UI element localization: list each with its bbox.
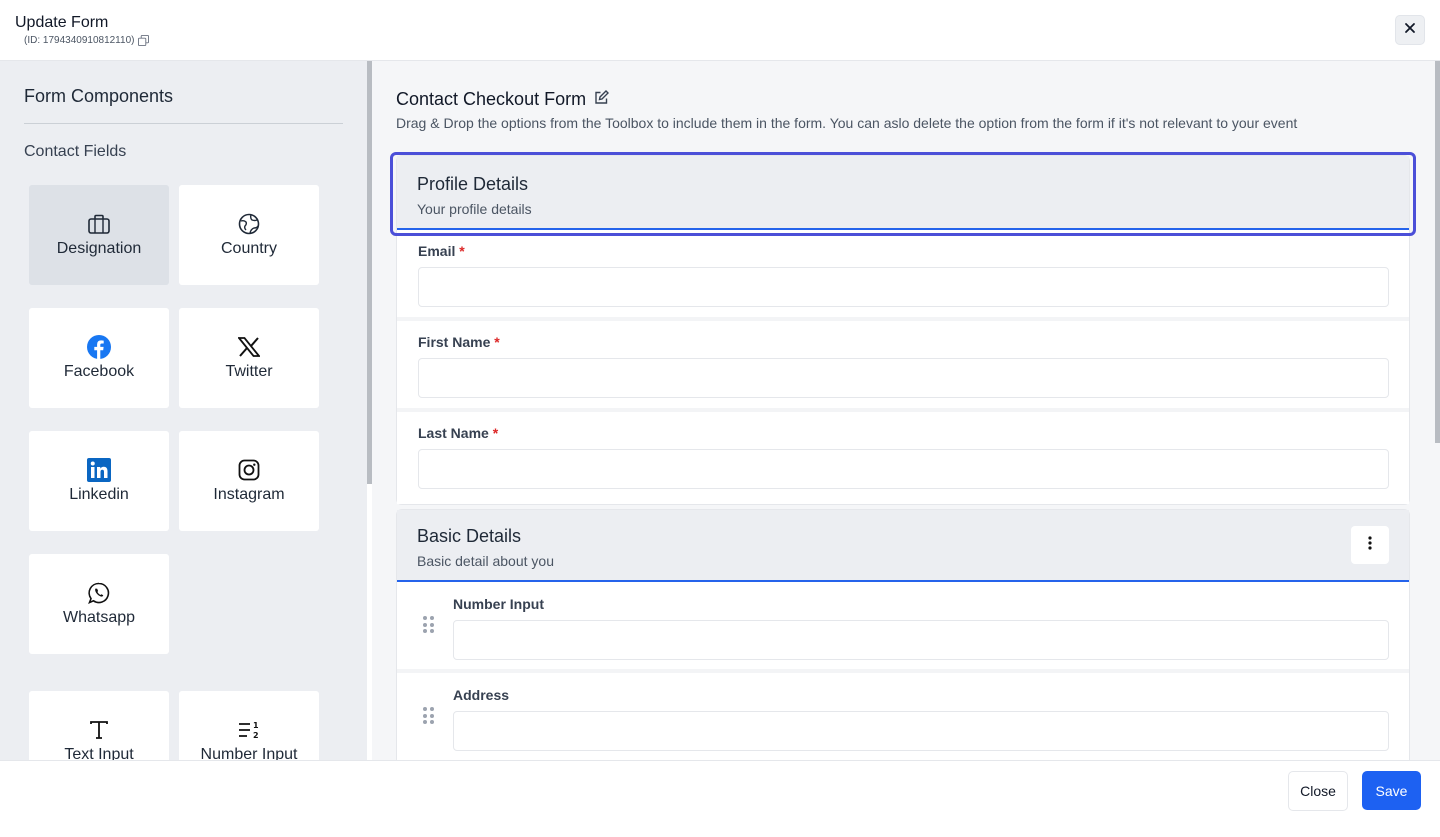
form-canvas: Contact Checkout Form Drag & Drop the op… xyxy=(372,61,1440,760)
field-label: Email * xyxy=(418,243,465,259)
number-list-icon: 12 xyxy=(237,718,261,742)
drag-handle-icon[interactable] xyxy=(423,707,435,725)
form-title-text: Contact Checkout Form xyxy=(396,89,587,109)
close-modal-button[interactable] xyxy=(1395,15,1425,45)
section-basic-details[interactable]: Basic Details Basic detail about you Num… xyxy=(396,509,1410,760)
tile-label: Country xyxy=(220,240,278,257)
instagram-icon xyxy=(237,458,261,482)
field-label: Last Name * xyxy=(418,425,499,441)
section-header[interactable]: Basic Details Basic detail about you xyxy=(397,510,1409,582)
email-input[interactable] xyxy=(418,267,1389,307)
last-name-input[interactable] xyxy=(418,449,1389,489)
sidebar-divider xyxy=(24,123,343,124)
tile-label: Whatsapp xyxy=(62,609,136,626)
field-number-input[interactable]: Number Input xyxy=(397,582,1409,673)
tile-country[interactable]: Country xyxy=(179,185,319,285)
modal-header: Update Form (ID: 1794340910812110) xyxy=(0,0,1440,61)
tile-label: Designation xyxy=(56,240,142,257)
required-marker: * xyxy=(492,425,499,441)
section-header[interactable]: Profile Details Your profile details xyxy=(397,156,1409,230)
close-icon xyxy=(1404,21,1416,39)
sidebar-title: Form Components xyxy=(24,86,174,106)
tile-label: Linkedin xyxy=(69,486,129,503)
copy-icon[interactable] xyxy=(138,35,150,46)
facebook-icon xyxy=(87,335,111,359)
section-title: Basic Details xyxy=(417,526,522,546)
globe-icon xyxy=(237,212,261,236)
section-profile-details[interactable]: Profile Details Your profile details Ema… xyxy=(396,155,1410,505)
main-scrollbar[interactable] xyxy=(1435,61,1440,443)
section-title: Profile Details xyxy=(417,174,529,194)
tile-instagram[interactable]: Instagram xyxy=(179,431,319,531)
tile-whatsapp[interactable]: Whatsapp xyxy=(29,554,169,654)
x-twitter-icon xyxy=(237,335,261,359)
tile-designation[interactable]: Designation xyxy=(29,185,169,285)
form-subtitle: Drag & Drop the options from the Toolbox… xyxy=(396,115,1298,131)
tile-facebook[interactable]: Facebook xyxy=(29,308,169,408)
field-label: Number Input xyxy=(453,596,544,612)
text-icon xyxy=(87,718,111,742)
briefcase-icon xyxy=(87,212,111,236)
field-label: First Name * xyxy=(418,334,500,350)
close-button[interactable]: Close xyxy=(1288,771,1348,811)
linkedin-icon xyxy=(87,458,111,482)
field-first-name[interactable]: First Name * xyxy=(397,321,1409,412)
whatsapp-icon xyxy=(87,581,111,605)
tile-label: Number Input xyxy=(200,746,298,760)
svg-text:2: 2 xyxy=(253,731,259,740)
tile-number-input[interactable]: 12 Number Input xyxy=(179,691,319,760)
field-label: Address xyxy=(453,687,510,703)
tile-label: Text Input xyxy=(64,746,134,760)
save-button[interactable]: Save xyxy=(1362,771,1421,810)
tile-twitter[interactable]: Twitter xyxy=(179,308,319,408)
tile-label: Instagram xyxy=(213,486,285,503)
section-menu-button[interactable] xyxy=(1351,526,1389,564)
field-email[interactable]: Email * xyxy=(397,230,1409,321)
svg-text:1: 1 xyxy=(253,721,259,730)
section-description: Basic detail about you xyxy=(417,553,554,569)
required-marker: * xyxy=(494,334,500,350)
edit-icon[interactable] xyxy=(594,89,610,110)
form-id: (ID: 1794340910812110) xyxy=(24,35,150,46)
required-marker: * xyxy=(459,243,465,259)
field-address[interactable]: Address xyxy=(397,673,1409,760)
modal-footer: Close Save xyxy=(0,760,1440,837)
modal-title: Update Form xyxy=(15,14,109,31)
tile-label: Facebook xyxy=(63,363,135,380)
tile-text-input[interactable]: Text Input xyxy=(29,691,169,760)
form-id-text: (ID: 1794340910812110) xyxy=(24,35,135,46)
address-input[interactable] xyxy=(453,711,1389,751)
section-description: Your profile details xyxy=(417,201,532,217)
drag-handle-icon[interactable] xyxy=(423,616,435,634)
form-title: Contact Checkout Form xyxy=(396,89,610,110)
field-last-name[interactable]: Last Name * xyxy=(397,412,1409,504)
components-sidebar: Form Components Contact Fields Designati… xyxy=(0,61,367,760)
first-name-input[interactable] xyxy=(418,358,1389,398)
number-input[interactable] xyxy=(453,620,1389,660)
tile-linkedin[interactable]: Linkedin xyxy=(29,431,169,531)
tile-label: Twitter xyxy=(225,363,273,380)
sidebar-section-label: Contact Fields xyxy=(24,143,127,160)
kebab-icon xyxy=(1368,535,1372,555)
